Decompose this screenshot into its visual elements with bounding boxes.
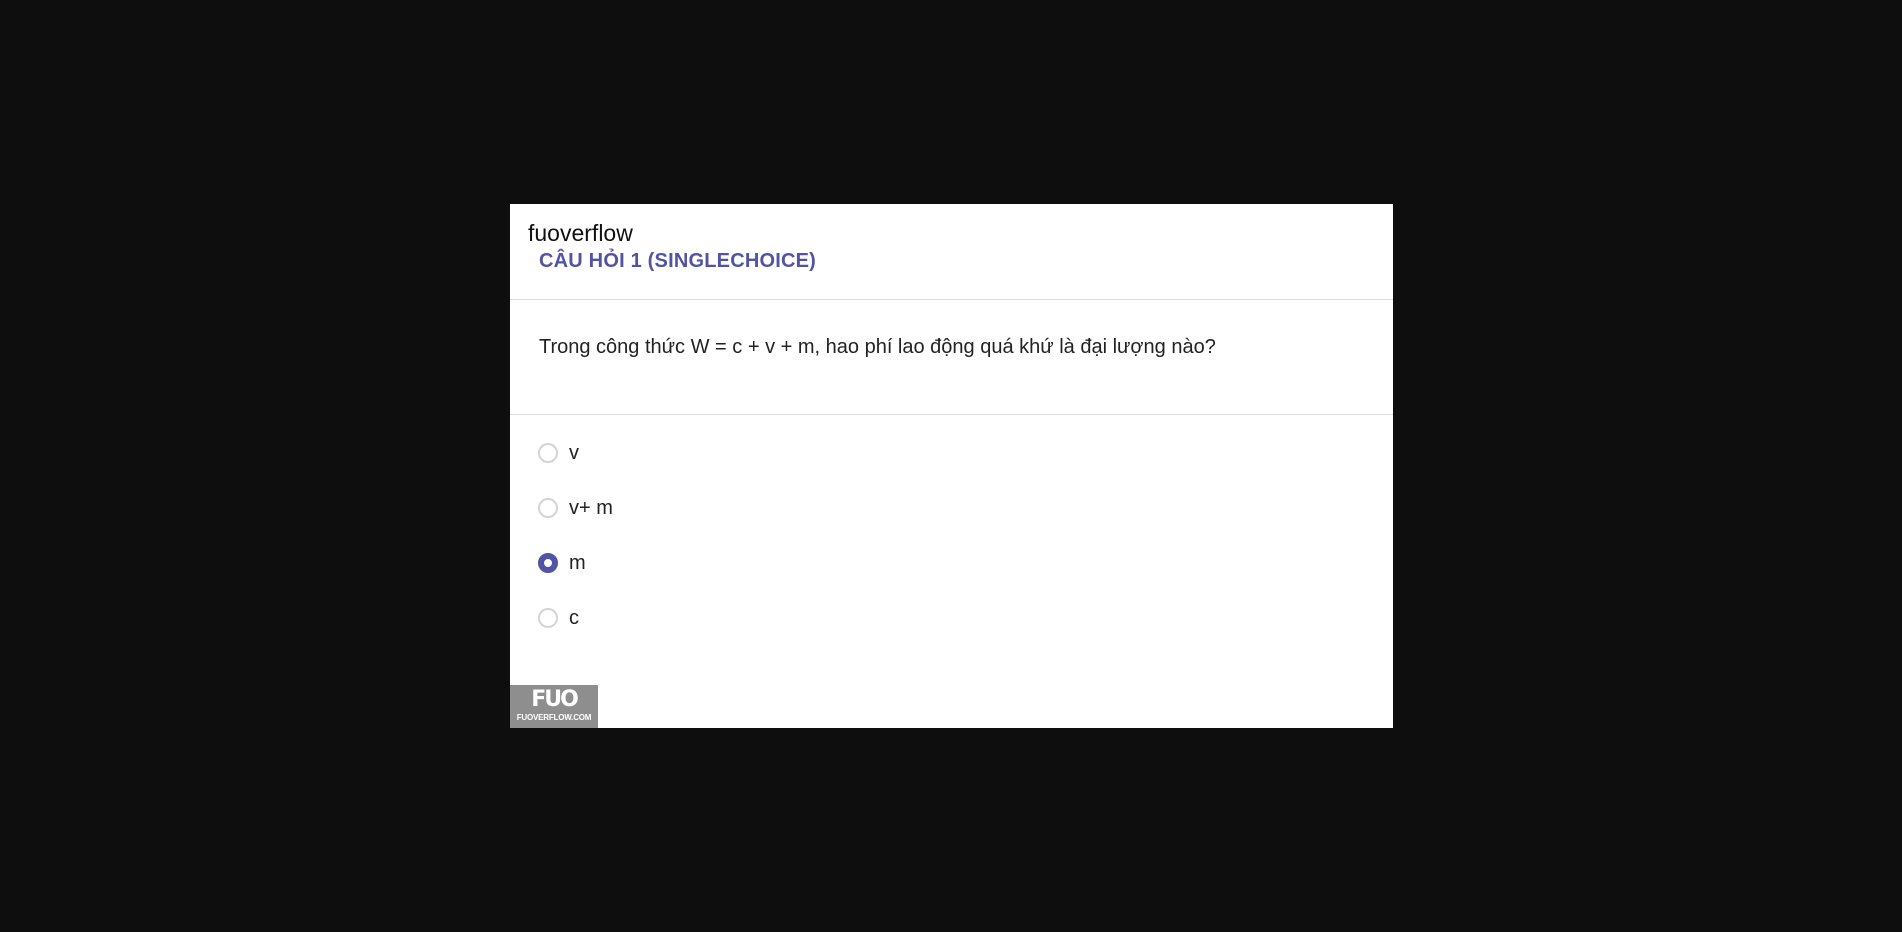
radio-button-selected[interactable] [538,553,558,573]
site-name: fuoverflow [528,220,633,246]
card-header: fuoverflow CÂU HỎI 1 (SINGLECHOICE) [510,204,1393,300]
answer-option-1[interactable]: v [538,439,579,467]
answer-option-3[interactable]: m [538,549,586,577]
radio-button[interactable] [538,443,558,463]
watermark-logo: FUO FUOVERFLOW.COM [510,685,598,728]
question-text: Trong công thức W = c + v + m, hao phí l… [539,336,1216,358]
answer-option-label: m [569,552,586,574]
answer-option-label: c [569,607,579,629]
answer-option-4[interactable]: c [538,604,579,632]
watermark-domain: FUOVERFLOW.COM [516,713,592,722]
answer-option-2[interactable]: v+ m [538,494,613,522]
watermark-logo-text: FUO [531,687,579,712]
question-title: CÂU HỎI 1 (SINGLECHOICE) [539,250,817,272]
radio-button[interactable] [538,608,558,628]
question-body: Trong công thức W = c + v + m, hao phí l… [510,300,1393,415]
answer-option-label: v+ m [569,497,613,519]
question-card: fuoverflow CÂU HỎI 1 (SINGLECHOICE) Tron… [510,204,1393,728]
answer-option-label: v [569,442,579,464]
radio-button[interactable] [538,498,558,518]
